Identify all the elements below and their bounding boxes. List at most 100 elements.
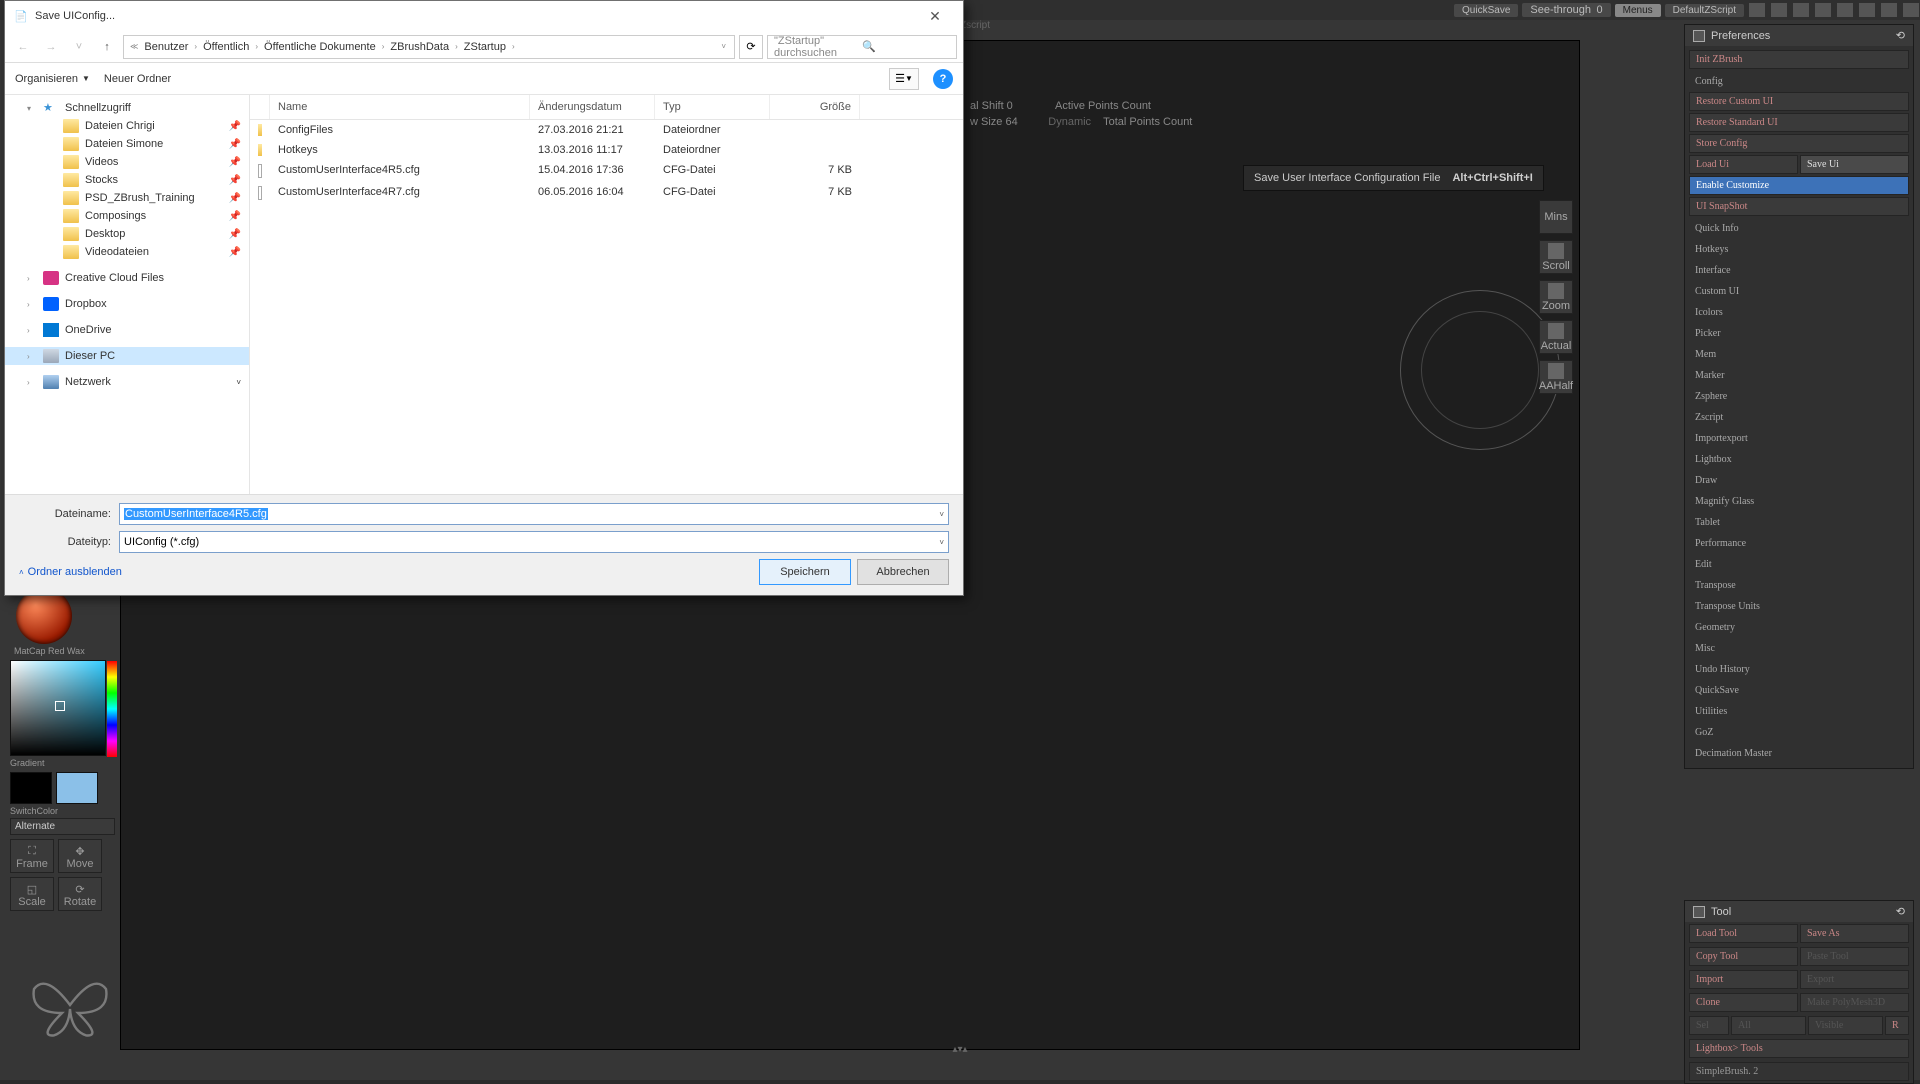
load-tool-button[interactable]: Load Tool [1689, 924, 1798, 943]
help-button[interactable]: ? [933, 69, 953, 89]
pref-section-marker[interactable]: Marker [1689, 365, 1909, 384]
view-menu[interactable]: ☰ ▼ [889, 68, 919, 90]
swatch-black[interactable] [10, 772, 52, 804]
swatch-blue[interactable] [56, 772, 98, 804]
search-input[interactable]: "ZStartup" durchsuchen🔍 [767, 35, 957, 59]
frame-button[interactable]: ⛶Frame [10, 839, 54, 873]
enable-customize-toggle[interactable]: Enable Customize [1689, 176, 1909, 195]
titlebar-icon[interactable] [1793, 3, 1809, 17]
crumb[interactable]: ZBrushData [386, 41, 453, 53]
pref-section-transpose-units[interactable]: Transpose Units [1689, 596, 1909, 615]
tree-item[interactable]: Desktop📌 [5, 225, 249, 243]
dialog-titlebar[interactable]: 📄 Save UIConfig... ✕ [5, 1, 963, 31]
tree-item[interactable]: Videodateien📌 [5, 243, 249, 261]
pref-section-quick-info[interactable]: Quick Info [1689, 218, 1909, 237]
tree-creative-cloud[interactable]: ›Creative Cloud Files [5, 269, 249, 287]
pref-section-hotkeys[interactable]: Hotkeys [1689, 239, 1909, 258]
titlebar-icon[interactable] [1749, 3, 1765, 17]
restore-custom-ui-button[interactable]: Restore Custom UI [1689, 92, 1909, 111]
color-picker[interactable] [10, 660, 106, 756]
seethrough-slider[interactable]: See-through 0 [1522, 3, 1610, 17]
pref-section-picker[interactable]: Picker [1689, 323, 1909, 342]
tree-onedrive[interactable]: ›OneDrive [5, 321, 249, 339]
list-row[interactable]: Hotkeys13.03.2016 11:17Dateiordner [250, 140, 963, 160]
pref-section-zscript[interactable]: Zscript [1689, 407, 1909, 426]
matcap-thumbnail[interactable] [16, 588, 72, 644]
tree-item[interactable]: Dateien Chrigi📌 [5, 117, 249, 135]
pref-section-tablet[interactable]: Tablet [1689, 512, 1909, 531]
pref-section-quicksave[interactable]: QuickSave [1689, 680, 1909, 699]
ui-snapshot-button[interactable]: UI SnapShot [1689, 197, 1909, 216]
col-size[interactable]: Größe [770, 95, 860, 119]
col-date[interactable]: Änderungsdatum [530, 95, 655, 119]
store-config-button[interactable]: Store Config [1689, 134, 1909, 153]
new-folder-button[interactable]: Neuer Ordner [104, 73, 171, 85]
switch-color-button[interactable]: SwitchColor [10, 806, 115, 816]
save-as-button[interactable]: Save As [1800, 924, 1909, 943]
import-button[interactable]: Import [1689, 970, 1798, 989]
init-zbrush-button[interactable]: Init ZBrush [1689, 50, 1909, 69]
aahalf-tool[interactable]: AAHalf [1539, 360, 1573, 394]
clone-button[interactable]: Clone [1689, 993, 1798, 1012]
titlebar-icon[interactable] [1771, 3, 1787, 17]
pref-section-interface[interactable]: Interface [1689, 260, 1909, 279]
copy-tool-button[interactable]: Copy Tool [1689, 947, 1798, 966]
tool-title[interactable]: Tool⟲ [1685, 901, 1913, 922]
restore-standard-ui-button[interactable]: Restore Standard UI [1689, 113, 1909, 132]
list-row[interactable]: ConfigFiles27.03.2016 21:21Dateiordner [250, 120, 963, 140]
pref-section-undo-history[interactable]: Undo History [1689, 659, 1909, 678]
tree-item[interactable]: Stocks📌 [5, 171, 249, 189]
list-row[interactable]: CustomUserInterface4R5.cfg15.04.2016 17:… [250, 160, 963, 182]
minimize-icon[interactable] [1859, 3, 1875, 17]
tree-item[interactable]: PSD_ZBrush_Training📌 [5, 189, 249, 207]
pref-section-lightbox[interactable]: Lightbox [1689, 449, 1909, 468]
pref-section-transpose[interactable]: Transpose [1689, 575, 1909, 594]
pref-section-geometry[interactable]: Geometry [1689, 617, 1909, 636]
scroll-tool[interactable]: Scroll [1539, 240, 1573, 274]
menus-toggle[interactable]: Menus [1615, 4, 1661, 17]
pref-section-magnify-glass[interactable]: Magnify Glass [1689, 491, 1909, 510]
up-button[interactable]: ↑ [95, 35, 119, 59]
refresh-button[interactable]: ⟳ [739, 35, 763, 59]
zoom-tool[interactable]: Zoom [1539, 280, 1573, 314]
tree-this-pc[interactable]: ›Dieser PC [5, 347, 249, 365]
file-list[interactable]: Name Änderungsdatum Typ Größe ConfigFile… [250, 95, 963, 494]
save-ui-button[interactable]: Save Ui [1800, 155, 1909, 174]
breadcrumb[interactable]: ≪ Benutzer› Öffentlich› Öffentliche Doku… [123, 35, 735, 59]
titlebar-icon[interactable] [1815, 3, 1831, 17]
pref-section-goz[interactable]: GoZ [1689, 722, 1909, 741]
filetype-select[interactable]: UIConfig (*.cfg)˅ [119, 531, 949, 553]
quicksave-button[interactable]: QuickSave [1454, 4, 1518, 17]
tree-item[interactable]: Videos📌 [5, 153, 249, 171]
pref-section-draw[interactable]: Draw [1689, 470, 1909, 489]
tree-network[interactable]: ›Netzwerk˅ [5, 373, 249, 391]
rotate-button[interactable]: ⟳Rotate [58, 877, 102, 911]
move-button[interactable]: ✥Move [58, 839, 102, 873]
config-section[interactable]: Config [1689, 71, 1909, 90]
hue-bar[interactable] [107, 661, 117, 757]
alternate-button[interactable]: Alternate [10, 818, 115, 835]
lightbox-tools-button[interactable]: Lightbox> Tools [1689, 1039, 1909, 1058]
pref-section-decimation-master[interactable]: Decimation Master [1689, 743, 1909, 762]
preferences-title[interactable]: Preferences⟲ [1685, 25, 1913, 46]
crumb[interactable]: Öffentliche Dokumente [260, 41, 380, 53]
pref-section-utilities[interactable]: Utilities [1689, 701, 1909, 720]
titlebar-icon[interactable] [1837, 3, 1853, 17]
crumb[interactable]: Öffentlich [199, 41, 253, 53]
load-ui-button[interactable]: Load Ui [1689, 155, 1798, 174]
close-icon[interactable] [1903, 3, 1919, 17]
default-zscript[interactable]: DefaultZScript [1665, 4, 1744, 17]
recent-dropdown[interactable]: ˅ [67, 35, 91, 59]
pref-section-misc[interactable]: Misc [1689, 638, 1909, 657]
tree-item[interactable]: Composings📌 [5, 207, 249, 225]
save-button[interactable]: Speichern [759, 559, 851, 585]
col-type[interactable]: Typ [655, 95, 770, 119]
pref-section-custom-ui[interactable]: Custom UI [1689, 281, 1909, 300]
cancel-button[interactable]: Abbrechen [857, 559, 949, 585]
r-button[interactable]: R [1885, 1016, 1909, 1035]
filename-input[interactable]: CustomUserInterface4R5.cfg˅ [119, 503, 949, 525]
actual-tool[interactable]: Actual [1539, 320, 1573, 354]
scale-button[interactable]: ◱Scale [10, 877, 54, 911]
pref-section-zsphere[interactable]: Zsphere [1689, 386, 1909, 405]
list-row[interactable]: CustomUserInterface4R7.cfg06.05.2016 16:… [250, 182, 963, 204]
